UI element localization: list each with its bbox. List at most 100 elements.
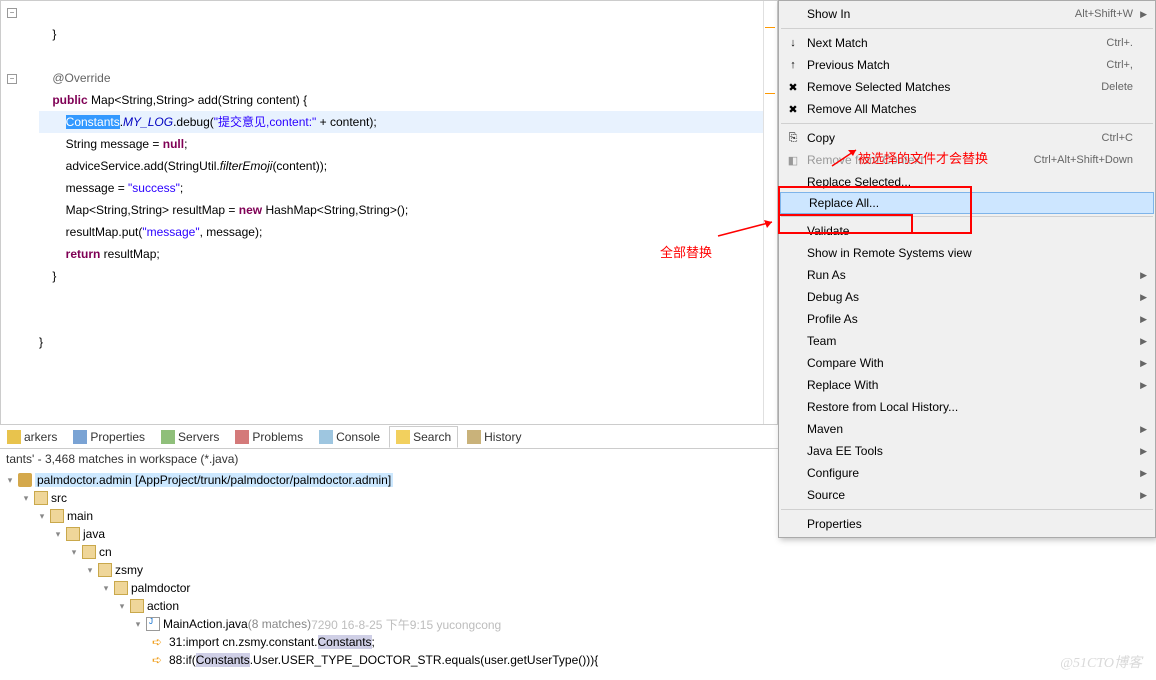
- tab-search[interactable]: Search×: [389, 426, 458, 448]
- code-line: resultMap.put("message", message);: [39, 225, 262, 239]
- history-icon: [467, 430, 481, 444]
- code-line: }: [39, 269, 56, 283]
- overview-ruler[interactable]: [763, 1, 777, 424]
- expand-icon[interactable]: ▾: [20, 492, 32, 504]
- tree-folder[interactable]: ▾ palmdoctor: [0, 579, 1156, 597]
- search-match[interactable]: ➪88: if(Constants.User.USER_TYPE_DOCTOR_…: [0, 651, 1156, 669]
- code-area[interactable]: } @Override public Map<String,String> ad…: [1, 1, 777, 375]
- match-arrow-icon: ➪: [152, 635, 166, 649]
- folder-label: action: [147, 599, 179, 613]
- expand-icon[interactable]: ▾: [36, 510, 48, 522]
- menu-maven[interactable]: Maven▶: [779, 418, 1155, 440]
- menu-replace-all[interactable]: Replace All...: [780, 192, 1154, 214]
- match-line-num: 31:: [169, 635, 186, 649]
- tree-folder[interactable]: ▾ cn: [0, 543, 1156, 561]
- tab-console[interactable]: Console: [312, 426, 387, 448]
- expand-icon[interactable]: ▾: [52, 528, 64, 540]
- menu-remove-selected-matches[interactable]: ✖Remove Selected MatchesDelete: [779, 76, 1155, 98]
- menu-replace-selected[interactable]: Replace Selected...: [779, 171, 1155, 193]
- folder-label: palmdoctor: [131, 581, 190, 595]
- expand-icon[interactable]: ▾: [116, 600, 128, 612]
- code-editor[interactable]: − − } @Override public Map<String,String…: [0, 0, 778, 425]
- code-line: message = "success";: [39, 181, 183, 195]
- menu-previous-match[interactable]: ↑Previous MatchCtrl+,: [779, 54, 1155, 76]
- tab-markers[interactable]: arkers: [0, 426, 64, 448]
- menu-show-in-remote[interactable]: Show in Remote Systems view: [779, 242, 1155, 264]
- file-label: MainAction.java: [163, 617, 248, 631]
- problems-icon: [235, 430, 249, 444]
- menu-run-as[interactable]: Run As▶: [779, 264, 1155, 286]
- menu-separator: [781, 123, 1153, 124]
- code-line: return resultMap;: [39, 247, 160, 261]
- code-line: @Override: [39, 71, 111, 85]
- down-arrow-icon: ↓: [785, 35, 801, 51]
- menu-debug-as[interactable]: Debug As▶: [779, 286, 1155, 308]
- menu-show-in[interactable]: Show InAlt+Shift+W▶: [779, 3, 1155, 25]
- menu-properties[interactable]: Properties: [779, 513, 1155, 535]
- tab-servers[interactable]: Servers: [154, 426, 226, 448]
- search-match[interactable]: ➪31: import cn.zsmy.constant.Constants;: [0, 633, 1156, 651]
- submenu-arrow-icon: ▶: [1140, 314, 1147, 325]
- code-line: }: [39, 27, 56, 41]
- folder-icon: [82, 545, 96, 559]
- folder-icon: [114, 581, 128, 595]
- match-arrow-icon: ➪: [152, 653, 166, 667]
- servers-icon: [161, 430, 175, 444]
- match-highlight: Constants: [196, 653, 250, 667]
- fold-gutter-icon[interactable]: −: [7, 8, 17, 18]
- expand-icon[interactable]: ▾: [100, 582, 112, 594]
- file-meta: 7290 16-8-25 下午9:15 yucongcong: [311, 616, 501, 633]
- tab-history[interactable]: History: [460, 426, 528, 448]
- expand-icon[interactable]: ▾: [4, 474, 16, 486]
- code-line: }: [39, 335, 43, 349]
- tree-folder[interactable]: ▾ action: [0, 597, 1156, 615]
- tab-problems[interactable]: Problems: [228, 426, 310, 448]
- menu-validate[interactable]: Validate: [779, 220, 1155, 242]
- expand-icon[interactable]: ▾: [132, 618, 144, 630]
- code-line: String message = null;: [39, 137, 187, 151]
- watermark: @51CTO博客: [1060, 652, 1142, 672]
- project-icon: [18, 473, 32, 487]
- console-icon: [319, 430, 333, 444]
- markers-icon: [7, 430, 21, 444]
- remove-all-icon: ✖: [785, 101, 801, 117]
- folder-label: main: [67, 509, 93, 523]
- menu-source[interactable]: Source▶: [779, 484, 1155, 506]
- folder-label: java: [83, 527, 105, 541]
- menu-next-match[interactable]: ↓Next MatchCtrl+.: [779, 32, 1155, 54]
- menu-separator: [781, 216, 1153, 217]
- menu-team[interactable]: Team▶: [779, 330, 1155, 352]
- menu-java-ee-tools[interactable]: Java EE Tools▶: [779, 440, 1155, 462]
- code-line: Map<String,String> resultMap = new HashM…: [39, 203, 408, 217]
- tab-properties[interactable]: Properties: [66, 426, 152, 448]
- properties-icon: [73, 430, 87, 444]
- code-line-highlighted: Constants.MY_LOG.debug("提交意见,content:" +…: [39, 111, 777, 133]
- menu-profile-as[interactable]: Profile As▶: [779, 308, 1155, 330]
- menu-replace-with[interactable]: Replace With▶: [779, 374, 1155, 396]
- folder-label: src: [51, 491, 67, 505]
- menu-remove-all-matches[interactable]: ✖Remove All Matches: [779, 98, 1155, 120]
- annotation-text: 被选择的文件才会替换: [858, 148, 988, 167]
- menu-configure[interactable]: Configure▶: [779, 462, 1155, 484]
- expand-icon[interactable]: ▾: [68, 546, 80, 558]
- tree-file[interactable]: ▾MainAction.java (8 matches) 7290 16-8-2…: [0, 615, 1156, 633]
- fold-gutter-icon[interactable]: −: [7, 74, 17, 84]
- folder-icon: [50, 509, 64, 523]
- menu-compare-with[interactable]: Compare With▶: [779, 352, 1155, 374]
- expand-icon[interactable]: ▾: [84, 564, 96, 576]
- folder-icon: [98, 563, 112, 577]
- tree-folder[interactable]: ▾zsmy: [0, 561, 1156, 579]
- submenu-arrow-icon: ▶: [1140, 336, 1147, 347]
- menu-restore-from-history[interactable]: Restore from Local History...: [779, 396, 1155, 418]
- submenu-arrow-icon: ▶: [1140, 9, 1147, 20]
- up-arrow-icon: ↑: [785, 57, 801, 73]
- submenu-arrow-icon: ▶: [1140, 380, 1147, 391]
- project-label: palmdoctor.admin [AppProject/trunk/palmd…: [35, 473, 393, 487]
- folder-icon: [66, 527, 80, 541]
- menu-separator: [781, 28, 1153, 29]
- copy-icon: ⎘: [785, 130, 801, 146]
- folder-label: cn: [99, 545, 112, 559]
- context-icon: ◧: [785, 152, 801, 168]
- context-menu: Show InAlt+Shift+W▶ ↓Next MatchCtrl+. ↑P…: [778, 0, 1156, 538]
- menu-copy[interactable]: ⎘CopyCtrl+C: [779, 127, 1155, 149]
